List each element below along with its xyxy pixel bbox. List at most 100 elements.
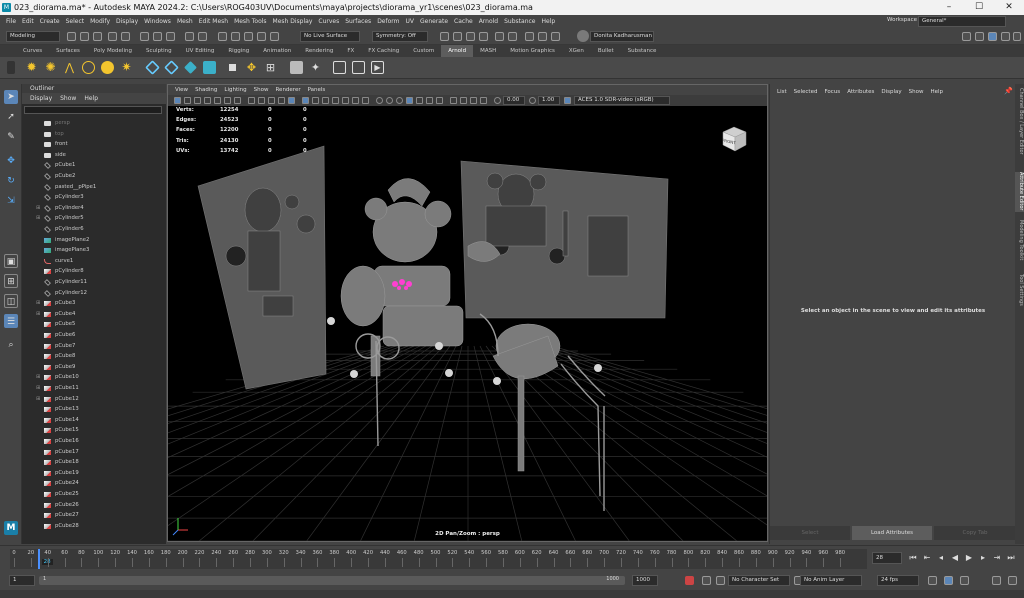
close-icon[interactable]: ✕ <box>994 0 1024 15</box>
hud-poly-count-icon[interactable] <box>480 97 487 104</box>
shelf-tab-surfaces[interactable]: Surfaces <box>49 45 87 57</box>
flush-cache-icon[interactable] <box>226 61 239 74</box>
expand-icon[interactable]: ⊞ <box>36 309 40 320</box>
bookmarks-icon[interactable] <box>194 97 201 104</box>
expand-icon[interactable]: ⊞ <box>36 383 40 394</box>
channel-box-toggle-icon[interactable] <box>1013 32 1021 41</box>
load-attributes-button[interactable]: Load Attributes <box>852 526 932 540</box>
outliner-item[interactable]: ⊞ pCube11 <box>22 383 158 394</box>
viewcube[interactable]: FRONT <box>719 123 749 153</box>
menu-create[interactable]: Create <box>40 18 60 25</box>
gate-mask-icon[interactable] <box>278 97 285 104</box>
outliner-search-input[interactable] <box>24 106 162 114</box>
play-backwards-icon[interactable]: ◀ <box>950 553 960 563</box>
render-frame-icon[interactable] <box>440 32 449 41</box>
expand-icon[interactable]: ⊞ <box>36 372 40 383</box>
menu-mesh[interactable]: Mesh <box>177 18 193 25</box>
outliner-item[interactable]: pCylinder3 <box>22 192 158 203</box>
area-light-icon[interactable]: ✺ <box>44 61 57 74</box>
viewport-panel[interactable]: View Shading Lighting Show Renderer Panels <box>167 84 768 542</box>
shelf-tab-curves[interactable]: Curves <box>16 45 49 57</box>
outliner-item[interactable]: ⊞ pCube12 <box>22 394 158 405</box>
outliner-menu-display[interactable]: Display <box>30 95 52 102</box>
viewport-menu-show[interactable]: Show <box>254 87 269 93</box>
attr-menu-list[interactable]: List <box>777 89 787 95</box>
shelf-options-icon[interactable] <box>7 61 15 74</box>
workspace-dropdown[interactable]: General* <box>918 16 1006 27</box>
shelf-tab-rendering[interactable]: Rendering <box>298 45 340 57</box>
maya-home-icon[interactable]: M <box>4 521 18 535</box>
menu-display[interactable]: Display <box>116 18 138 25</box>
stand-in-icon[interactable] <box>145 60 160 75</box>
pause-ipr-icon[interactable] <box>551 32 560 41</box>
shelf-tab-motion-graphics[interactable]: Motion Graphics <box>503 45 562 57</box>
outliner-item[interactable]: ⊞ pCube3 <box>22 298 158 309</box>
shelf-tab-substance[interactable]: Substance <box>621 45 664 57</box>
step-forward-key-icon[interactable]: ▸ <box>978 553 988 563</box>
user-account-dropdown[interactable]: Donita Kadharusman <box>590 31 654 42</box>
snap-curve-icon[interactable] <box>231 32 240 41</box>
expand-icon[interactable]: ⊞ <box>36 298 40 309</box>
menu-help[interactable]: Help <box>542 18 556 25</box>
render-view-shelf-icon[interactable] <box>290 61 303 74</box>
outliner-item[interactable]: pCube25 <box>22 489 158 500</box>
outliner-item[interactable]: pCube2 <box>22 171 158 182</box>
menu-uv[interactable]: UV <box>406 18 415 25</box>
motion-blur-icon[interactable] <box>386 97 393 104</box>
menu-edit-mesh[interactable]: Edit Mesh <box>199 18 228 25</box>
expand-icon[interactable]: ⊞ <box>36 203 40 214</box>
volume-icon[interactable] <box>184 61 197 74</box>
scene-canvas[interactable] <box>168 106 767 541</box>
menu-edit[interactable]: Edit <box>22 18 34 25</box>
outliner-item[interactable]: pCube26 <box>22 500 158 511</box>
spot-light-icon[interactable]: ⋀ <box>63 61 76 74</box>
shelf-tab-xgen[interactable]: XGen <box>562 45 591 57</box>
exposure-field[interactable]: 0.00 <box>503 96 525 105</box>
modeling-toolkit-toggle-icon[interactable] <box>962 32 971 41</box>
attr-menu-attributes[interactable]: Attributes <box>847 89 874 95</box>
outliner-item[interactable]: ⊞ pCylinder5 <box>22 213 158 224</box>
live-surface-field[interactable]: No Live Surface <box>300 31 360 42</box>
scale-tool-icon[interactable]: ⇲ <box>4 194 18 208</box>
outliner-item[interactable]: pCube6 <box>22 330 158 341</box>
play-forwards-icon[interactable]: ▶ <box>964 553 974 563</box>
select-tool-icon[interactable]: ➤ <box>4 90 18 104</box>
menu-windows[interactable]: Windows <box>144 18 171 25</box>
outliner-item[interactable]: persp <box>22 118 158 129</box>
mesh-light-icon[interactable] <box>101 61 114 74</box>
wireframe-on-shaded-icon[interactable] <box>332 97 339 104</box>
shelf-tab-rigging[interactable]: Rigging <box>221 45 256 57</box>
tab-tool-settings[interactable]: Tool Settings <box>1015 274 1024 314</box>
outliner-item[interactable]: imagePlane2 <box>22 235 158 246</box>
new-scene-icon[interactable] <box>67 32 76 41</box>
point-light-icon[interactable]: ✹ <box>25 61 38 74</box>
outliner-item[interactable]: ⊞ pCube10 <box>22 372 158 383</box>
viewport-menu-view[interactable]: View <box>175 87 188 93</box>
lasso-tool-icon[interactable]: ➚ <box>4 110 18 124</box>
outliner-item[interactable]: side <box>22 150 158 161</box>
maximize-icon[interactable]: ☐ <box>964 0 994 15</box>
single-perspective-layout-icon[interactable]: ▣ <box>4 254 18 268</box>
hud-icon[interactable] <box>450 97 457 104</box>
film-gate-icon[interactable] <box>258 97 265 104</box>
textured-icon[interactable] <box>342 97 349 104</box>
2d-pan-zoom-icon[interactable] <box>214 97 221 104</box>
viewport-menu-renderer[interactable]: Renderer <box>275 87 300 93</box>
outliner-item[interactable]: pCube17 <box>22 447 158 458</box>
expand-icon[interactable]: ⊞ <box>36 394 40 405</box>
character-set-dropdown[interactable]: No Character Set <box>728 575 790 586</box>
attr-menu-show[interactable]: Show <box>909 89 924 95</box>
render-settings-icon[interactable] <box>466 32 475 41</box>
rotate-tool-icon[interactable]: ↻ <box>4 174 18 188</box>
image-plane-icon[interactable] <box>204 97 211 104</box>
menu-curves[interactable]: Curves <box>318 18 339 25</box>
outliner-item[interactable]: pCube13 <box>22 404 158 415</box>
arnold-render-icon[interactable] <box>525 32 534 41</box>
outliner-item[interactable]: pCube18 <box>22 457 158 468</box>
tab-modeling-toolkit[interactable]: Modeling Toolkit <box>1015 220 1024 265</box>
menu-cache[interactable]: Cache <box>454 18 473 25</box>
shelf-tab-mash[interactable]: MASH <box>473 45 503 57</box>
render-settings-shelf-icon[interactable] <box>352 61 365 74</box>
make-live-icon[interactable] <box>270 32 279 41</box>
menu-substance[interactable]: Substance <box>504 18 535 25</box>
